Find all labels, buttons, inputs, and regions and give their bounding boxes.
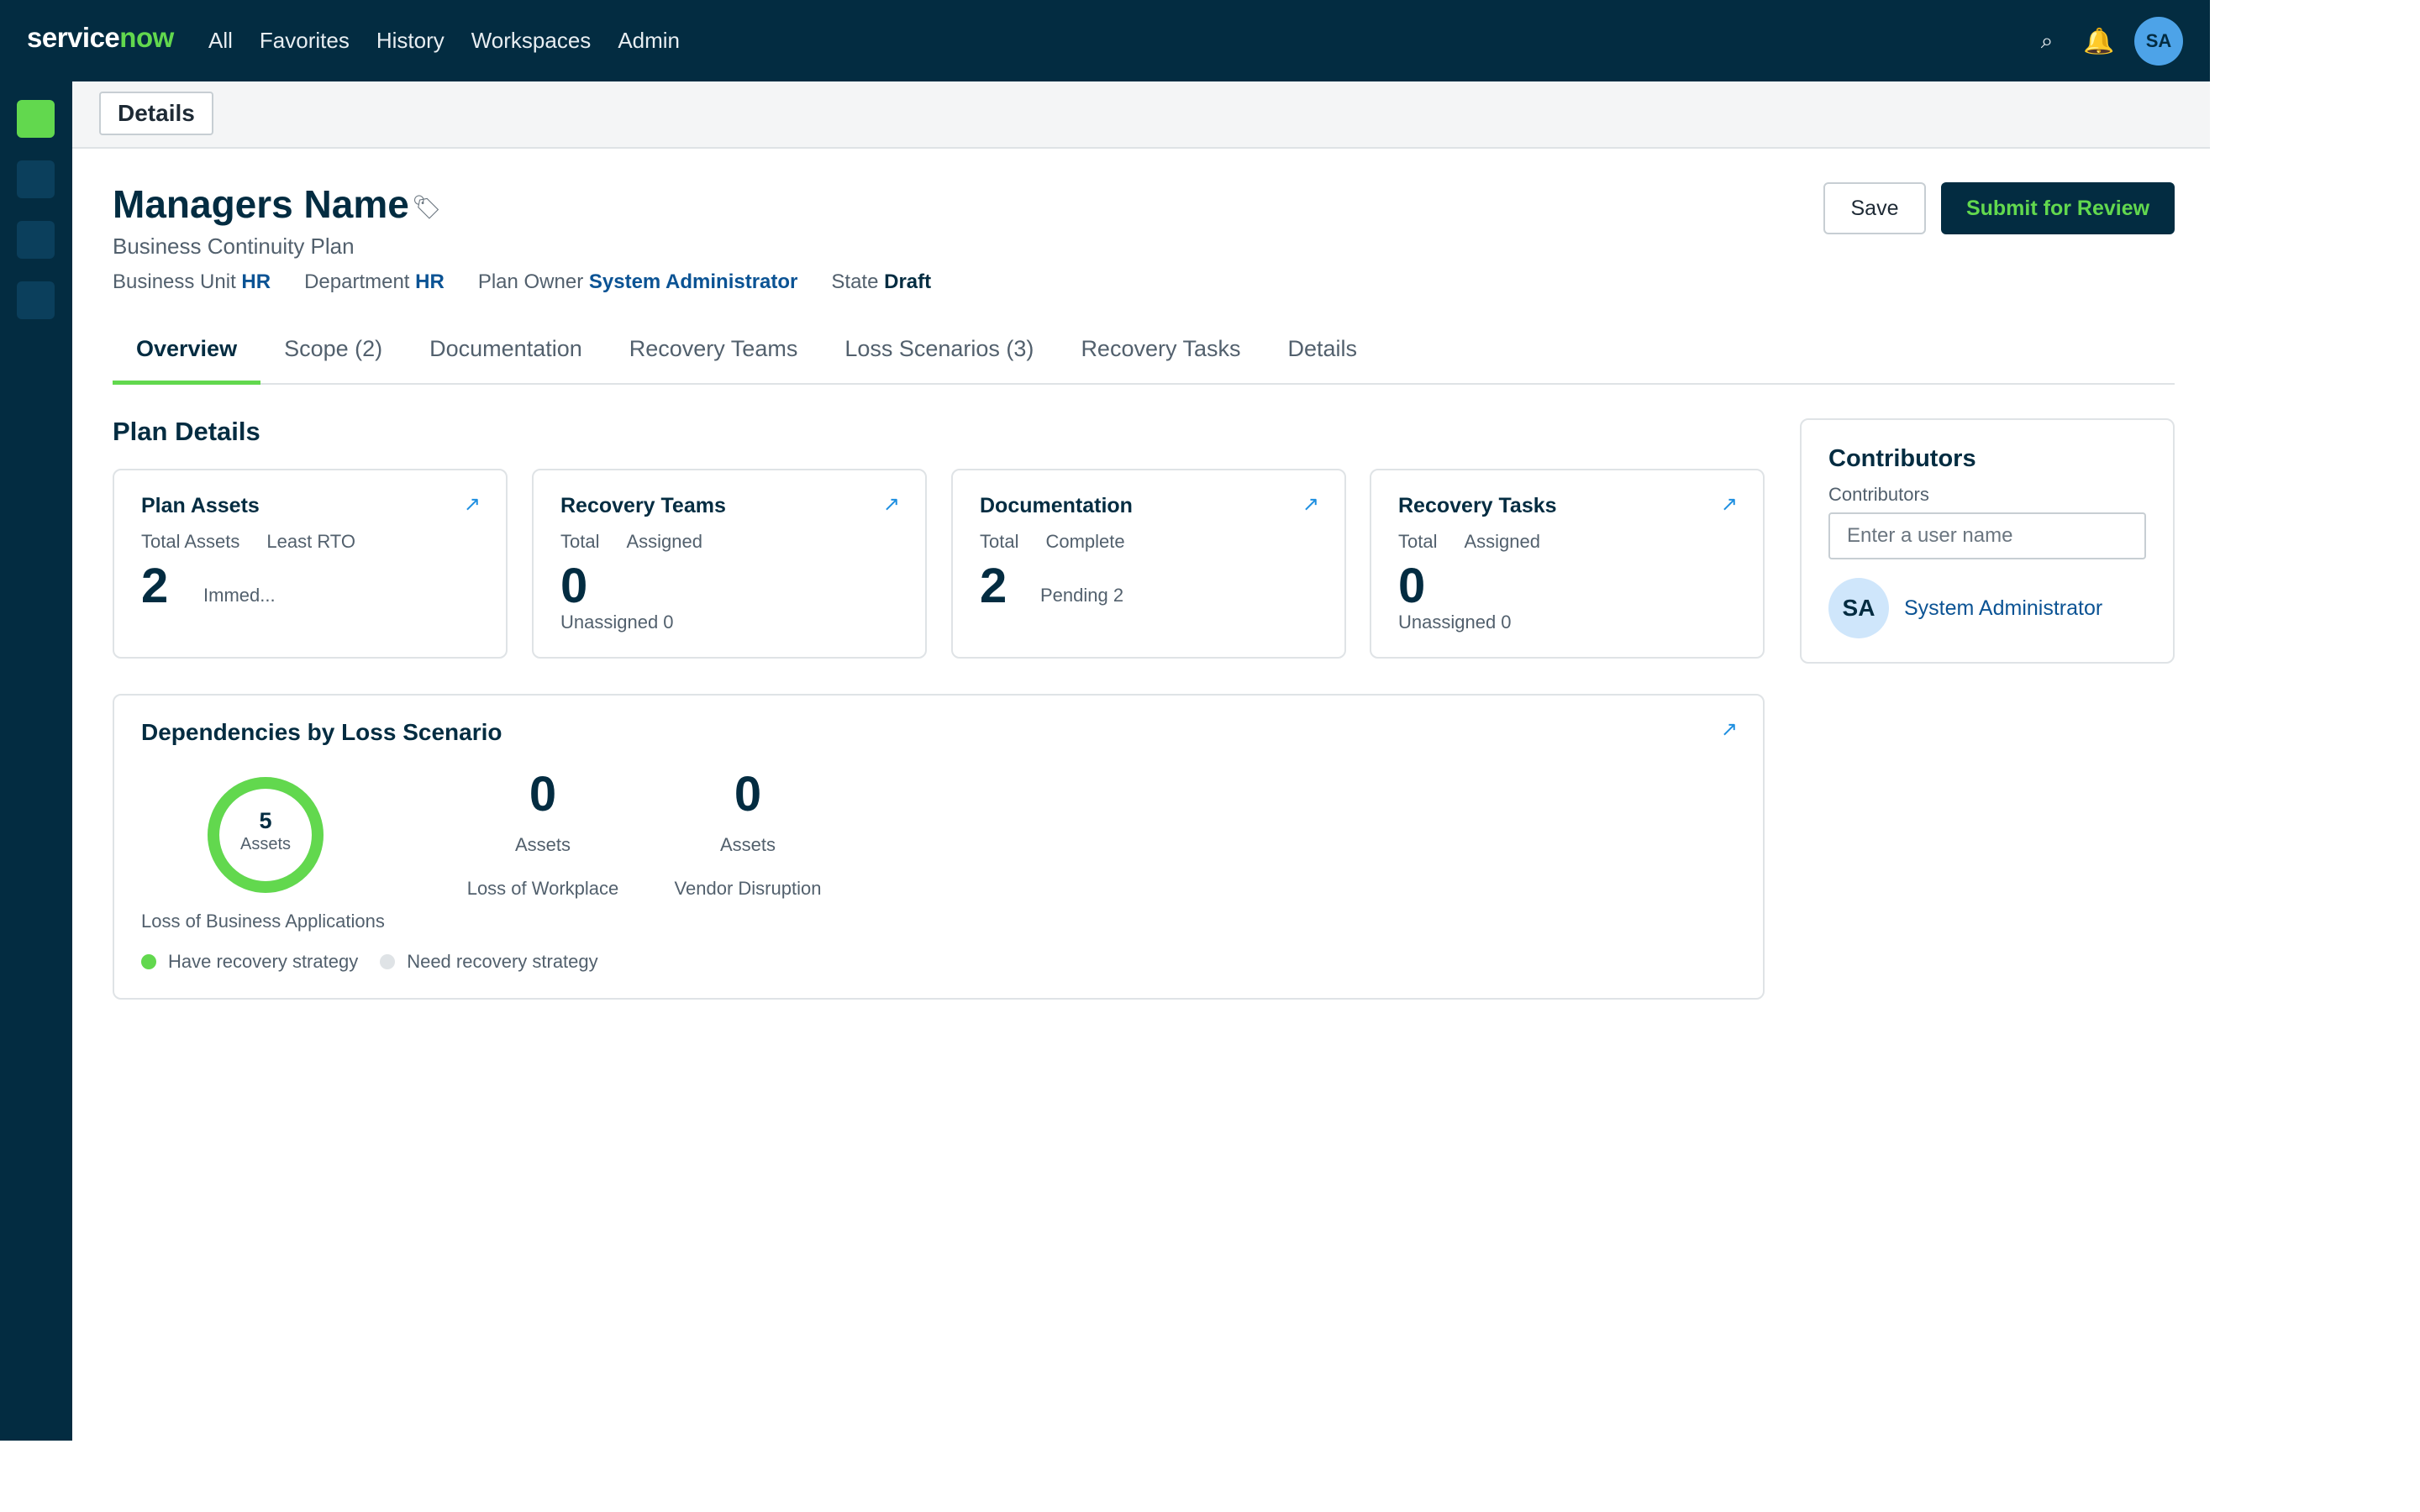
nav-link-workspaces[interactable]: Workspaces [471, 28, 592, 54]
tab-scope[interactable]: Scope (2) [260, 324, 406, 385]
nav-link-admin[interactable]: Admin [618, 28, 680, 54]
legend-item-have: Have recovery strategy [141, 951, 358, 973]
tab-documentation[interactable]: Documentation [406, 324, 606, 385]
servicenow-logo[interactable]: servicenow [27, 22, 174, 54]
recovery-teams-card: Recovery Teams ↗ Total Assigned 0 Unassi… [532, 469, 927, 659]
submit-for-review-button[interactable]: Submit for Review [1941, 182, 2175, 234]
plan-assets-card: Plan Assets ↗ Total Assets Least RTO 2 I… [113, 469, 508, 659]
tab-recovery-teams[interactable]: Recovery Teams [606, 324, 822, 385]
tag-icon[interactable]: 🏷 [412, 193, 442, 221]
meta-business-unit-value[interactable]: HR [241, 270, 271, 293]
record-tabs: Overview Scope (2) Documentation Recover… [113, 324, 2175, 385]
card-label: Assigned [626, 531, 702, 552]
card-label: Complete [1045, 531, 1125, 552]
open-link-icon[interactable]: ↗ [1721, 717, 1738, 742]
card-total-value: 2 [980, 559, 1007, 613]
nav-link-history[interactable]: History [376, 28, 445, 54]
card-total-value: 0 [560, 559, 588, 613]
tab-details[interactable]: Details [1265, 324, 1381, 385]
card-title: Documentation [980, 494, 1133, 517]
open-link-icon[interactable]: ↗ [883, 492, 900, 517]
card-total-value: 0 [1398, 559, 1426, 613]
vendor-disruption-stat[interactable]: 0 Assets Vendor Disruption [655, 766, 840, 900]
card-label: Total [1398, 531, 1438, 552]
nav-link-favorites[interactable]: Favorites [260, 28, 350, 54]
stat-value: 0 [734, 767, 762, 822]
rail-button-4[interactable] [17, 281, 55, 319]
nav-right-tools: ⌕ 🔔 SA [2030, 17, 2183, 66]
recovery-tasks-card: Recovery Tasks ↗ Total Assigned 0 Unassi… [1370, 469, 1765, 659]
rail-button-3[interactable] [17, 221, 55, 259]
card-label: Total Assets [141, 531, 240, 552]
page-subtitle: Business Continuity Plan [113, 234, 355, 259]
plan-details-heading: Plan Details [113, 417, 260, 446]
contributors-panel: Contributors Contributors SA System Admi… [1800, 418, 2175, 664]
card-label: Total [980, 531, 1019, 552]
workspace-tab-bar: Details [72, 81, 2210, 149]
meta-state: State Draft [831, 270, 932, 293]
user-avatar[interactable]: SA [2134, 17, 2183, 66]
page-title: Managers Name [113, 182, 409, 226]
card-title: Recovery Teams [560, 494, 726, 517]
search-icon[interactable]: ⌕ [2030, 28, 2064, 55]
card-label: Least RTO [266, 531, 355, 552]
card-unassigned: Unassigned 0 [1398, 612, 1512, 633]
open-link-icon[interactable]: ↗ [464, 492, 481, 517]
meta-business-unit: Business Unit HR [113, 270, 271, 293]
tab-loss-scenarios[interactable]: Loss Scenarios (3) [821, 324, 1057, 385]
donut-caption: Loss of Business Applications [141, 911, 385, 932]
card-total-value: 2 [141, 559, 169, 613]
stat-caption: Loss of Workplace [466, 878, 619, 899]
panel-title: Dependencies by Loss Scenario [141, 719, 502, 745]
tab-overview[interactable]: Overview [113, 324, 261, 385]
donut-unit: Assets [239, 835, 292, 853]
rail-button-2[interactable] [17, 160, 55, 198]
donut-value: 5 [259, 808, 272, 833]
open-link-icon[interactable]: ↗ [1721, 492, 1738, 517]
workspace-tab-details[interactable]: Details [99, 92, 213, 135]
stat-value: 0 [529, 767, 557, 822]
stat-unit: Assets [719, 834, 776, 855]
meta-state-value: Draft [884, 270, 932, 293]
card-pending-value: Pending 2 [1040, 585, 1124, 606]
loss-of-workplace-stat[interactable]: 0 Assets Loss of Workplace [450, 766, 635, 900]
left-rail [0, 81, 72, 1441]
top-navigation-bar: servicenow All Favorites History Workspa… [0, 0, 2210, 81]
meta-department-value[interactable]: HR [415, 270, 445, 293]
meta-plan-owner: Plan Owner System Administrator [477, 270, 798, 293]
notification-bell-icon[interactable]: 🔔 [2082, 27, 2116, 56]
tab-recovery-tasks[interactable]: Recovery Tasks [1057, 324, 1264, 385]
legend-dot [380, 954, 396, 969]
card-label: Assigned [1464, 531, 1540, 552]
dependencies-by-loss-scenario-panel: Dependencies by Loss Scenario ↗ 5 Assets… [113, 694, 1765, 1000]
nav-link-all[interactable]: All [208, 28, 233, 54]
legend-dot [141, 954, 156, 969]
contributor-search-input[interactable] [1828, 512, 2146, 559]
stat-caption: Vendor Disruption [674, 878, 822, 899]
nav-links: All Favorites History Workspaces Admin [208, 28, 680, 54]
panel-title: Contributors [1828, 445, 1976, 472]
record-meta: Business Unit HR Department HR Plan Owne… [113, 270, 931, 294]
meta-plan-owner-value[interactable]: System Administrator [589, 270, 798, 293]
card-title: Recovery Tasks [1398, 494, 1557, 517]
meta-department: Department HR [304, 270, 445, 293]
contributor-name-link[interactable]: System Administrator [1904, 596, 2102, 621]
stat-unit: Assets [514, 834, 571, 855]
card-least-rto-value: Immed... [203, 585, 276, 606]
avatar: SA [1828, 578, 1889, 638]
open-link-icon[interactable]: ↗ [1302, 492, 1319, 517]
rail-button-home[interactable] [17, 100, 55, 138]
card-title: Plan Assets [141, 494, 260, 517]
card-label: Total [560, 531, 600, 552]
card-unassigned: Unassigned 0 [560, 612, 674, 633]
legend-item-need: Need recovery strategy [380, 951, 598, 973]
contributors-field-label: Contributors [1828, 484, 1929, 505]
documentation-card: Documentation ↗ Total Complete 2 Pending… [951, 469, 1346, 659]
strategy-legend: Have recovery strategy Need recovery str… [141, 951, 598, 973]
save-button[interactable]: Save [1823, 182, 1926, 234]
